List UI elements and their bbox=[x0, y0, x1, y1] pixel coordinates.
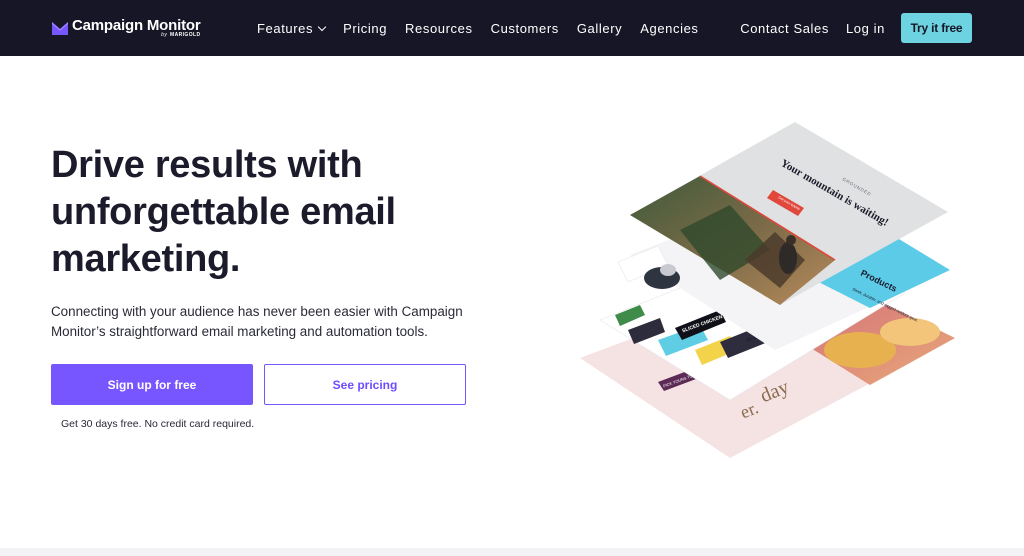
email-templates-illustration: PICK YOURS TODAY day er. SLICED CHICKEN … bbox=[580, 122, 955, 458]
nav-pricing[interactable]: Pricing bbox=[343, 21, 387, 36]
top-navigation: Campaign Monitor by MARIGOLD Features Pr… bbox=[0, 0, 1024, 56]
nav-resources[interactable]: Resources bbox=[405, 21, 473, 36]
try-it-free-button[interactable]: Try it free bbox=[901, 13, 972, 43]
sign-up-button[interactable]: Sign up for free bbox=[51, 364, 253, 405]
logo-byline: by MARIGOLD bbox=[161, 33, 200, 38]
hero-headline: Drive results with unforgettable email m… bbox=[51, 144, 396, 280]
trial-note: Get 30 days free. No credit card require… bbox=[61, 418, 255, 430]
nav-features-label: Features bbox=[257, 20, 314, 36]
nav-actions: Contact Sales Log in Try it free bbox=[740, 0, 972, 56]
logo-by: by bbox=[161, 32, 168, 38]
login-link[interactable]: Log in bbox=[846, 21, 885, 36]
campaign-monitor-logo[interactable]: Campaign Monitor by MARIGOLD bbox=[52, 16, 201, 42]
primary-nav: Features Pricing Resources Customers Gal… bbox=[257, 0, 717, 56]
chevron-down-icon bbox=[317, 22, 327, 31]
nav-customers[interactable]: Customers bbox=[491, 21, 559, 36]
nav-features[interactable]: Features bbox=[257, 20, 327, 36]
envelope-logo-icon bbox=[52, 22, 68, 35]
section-divider bbox=[0, 548, 1024, 556]
contact-sales-link[interactable]: Contact Sales bbox=[740, 21, 829, 36]
nav-gallery[interactable]: Gallery bbox=[577, 21, 622, 36]
hero-subcopy: Connecting with your audience has never … bbox=[51, 304, 463, 339]
nav-agencies[interactable]: Agencies bbox=[640, 21, 698, 36]
logo-marigold: MARIGOLD bbox=[170, 32, 201, 38]
see-pricing-button[interactable]: See pricing bbox=[264, 364, 466, 405]
